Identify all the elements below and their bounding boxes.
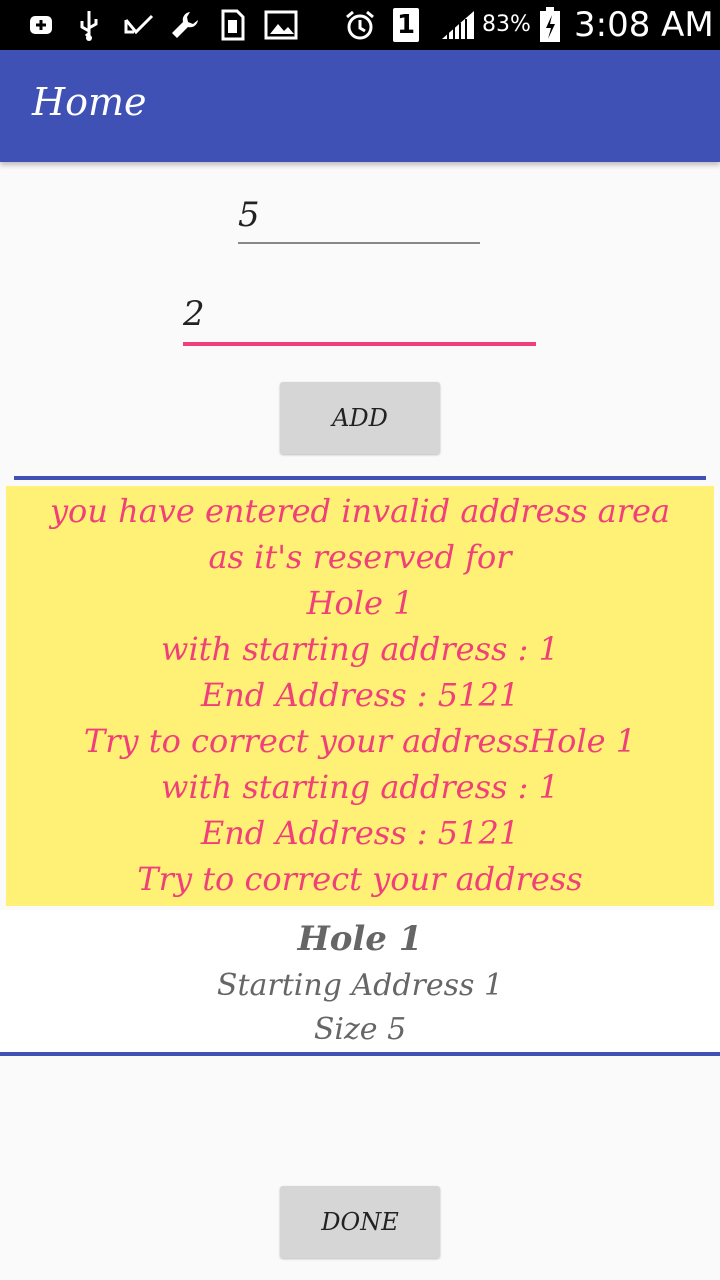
hole-title: Hole 1 <box>297 919 423 959</box>
hole-size: Size 5 <box>313 1012 407 1047</box>
usb-icon <box>76 0 102 50</box>
warning-line: Try to correct your addressHole 1 <box>83 722 637 760</box>
sim-slot-label: 1 <box>396 10 416 40</box>
warning-line: Hole 1 <box>306 584 414 622</box>
wrench-icon <box>168 0 202 50</box>
warning-line: End Address : 5121 <box>200 676 520 714</box>
second-input-underline <box>183 342 536 346</box>
done-button[interactable]: DONE <box>280 1186 440 1258</box>
battery-percent: 83% <box>482 12 531 37</box>
divider-top <box>14 476 706 480</box>
warning-line: with starting address : 1 <box>161 630 559 668</box>
status-bar: 1 83% 3:08 AM <box>0 0 720 50</box>
sim-icon <box>220 0 246 50</box>
invalid-address-warning: you have entered invalid address area as… <box>6 486 714 906</box>
add-button[interactable]: ADD <box>280 382 440 454</box>
add-box-icon <box>28 0 54 50</box>
divider-bottom <box>0 1052 720 1056</box>
image-icon <box>264 0 298 50</box>
app-bar-title: Home <box>32 80 147 124</box>
battery-icon <box>538 0 562 50</box>
signal-icon <box>440 0 476 50</box>
hole-card: Hole 1 Starting Address 1 Size 5 <box>0 910 720 1052</box>
app-bar: Home <box>0 50 720 162</box>
clock: 3:08 AM <box>574 5 714 45</box>
warning-line: with starting address : 1 <box>161 768 559 806</box>
warning-line: End Address : 5121 <box>200 814 520 852</box>
first-number-input[interactable]: 5 <box>238 195 260 235</box>
check-icon <box>122 0 154 50</box>
warning-line: as it's reserved for <box>208 538 512 576</box>
alarm-icon <box>344 0 376 50</box>
second-number-input[interactable]: 2 <box>183 294 205 334</box>
warning-line: you have entered invalid address area <box>49 492 671 530</box>
first-input-underline <box>238 242 480 244</box>
hole-starting-address: Starting Address 1 <box>216 968 504 1003</box>
warning-line: Try to correct your address <box>137 860 583 898</box>
